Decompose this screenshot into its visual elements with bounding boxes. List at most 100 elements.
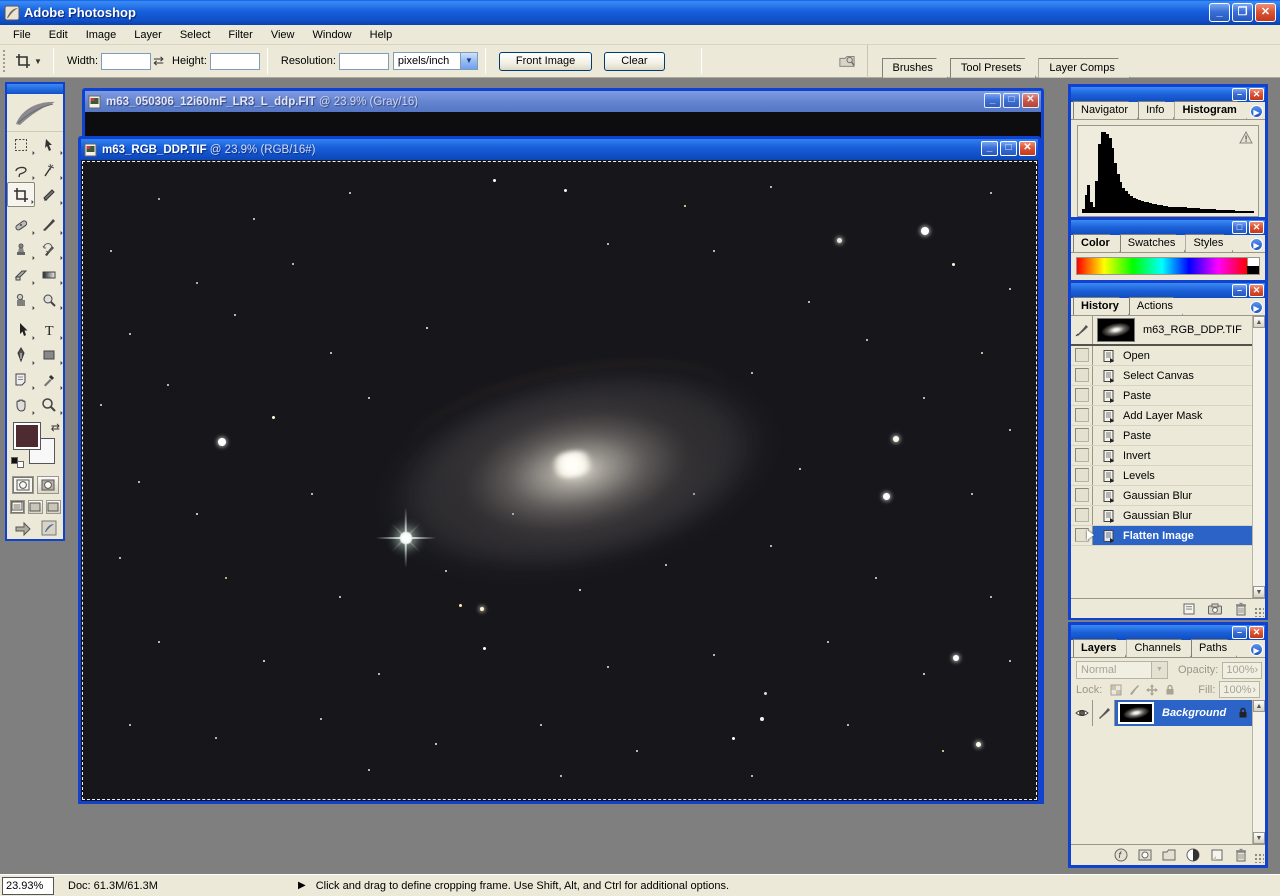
layers-scrollbar[interactable]: ▼ xyxy=(1252,726,1265,844)
new-group-folder-icon[interactable] xyxy=(1161,847,1177,863)
brush-tool-button[interactable] xyxy=(35,212,63,237)
foreground-color-swatch[interactable] xyxy=(13,422,41,450)
menu-file[interactable]: File xyxy=(4,27,40,43)
zoom-tool-button[interactable] xyxy=(35,392,63,417)
well-tab-tool-presets[interactable]: Tool Presets xyxy=(950,58,1037,78)
menu-image[interactable]: Image xyxy=(77,27,126,43)
dodge-tool-button[interactable] xyxy=(35,287,63,312)
menu-view[interactable]: View xyxy=(262,27,304,43)
history-state-add-layer-mask[interactable]: Add Layer Mask xyxy=(1071,406,1265,426)
well-tab-layer-comps[interactable]: Layer Comps xyxy=(1038,58,1129,78)
history-state-gaussian-blur[interactable]: Gaussian Blur xyxy=(1071,486,1265,506)
layer-visibility-cell[interactable] xyxy=(1071,700,1093,726)
history-state-levels[interactable]: Levels xyxy=(1071,466,1265,486)
menu-help[interactable]: Help xyxy=(361,27,402,43)
menu-window[interactable]: Window xyxy=(304,27,361,43)
fill-value-box[interactable]: 100% › xyxy=(1219,681,1260,698)
palette-minimize-button[interactable]: – xyxy=(1232,88,1247,101)
scroll-down-icon[interactable]: ▼ xyxy=(1253,832,1265,844)
palette-menu-button[interactable]: ▶ xyxy=(1250,105,1263,118)
history-state-flatten-image[interactable]: Flatten Image xyxy=(1071,526,1265,546)
fullscreen-mode-button[interactable] xyxy=(45,500,61,514)
blend-mode-select[interactable]: Normal ▼ xyxy=(1076,661,1168,679)
standard-screen-mode-button[interactable] xyxy=(9,500,25,514)
delete-layer-trash-icon[interactable] xyxy=(1233,847,1249,863)
window-minimize-button[interactable]: _ xyxy=(1209,3,1230,22)
tab-layers[interactable]: Layers xyxy=(1073,639,1126,657)
layer-style-icon[interactable]: f xyxy=(1113,847,1129,863)
document-window-rgb[interactable]: m63_RGB_DDP.TIF @ 23.9% (RGB/16#) _ □ ✕ xyxy=(78,136,1041,804)
history-brush-well[interactable] xyxy=(1071,426,1093,445)
tab-histogram[interactable]: Histogram xyxy=(1174,101,1246,119)
doc-close-button[interactable]: ✕ xyxy=(1022,93,1039,108)
palette-title-bar[interactable]: □ ✕ xyxy=(1071,220,1265,235)
height-input[interactable] xyxy=(209,52,260,70)
black-swatch[interactable] xyxy=(1247,266,1259,274)
path-selection-tool-button[interactable] xyxy=(7,317,35,342)
palette-maximize-button[interactable]: □ xyxy=(1232,221,1247,234)
delete-state-trash-icon[interactable] xyxy=(1233,601,1249,617)
history-brush-well[interactable] xyxy=(1071,506,1093,525)
front-image-button[interactable]: Front Image xyxy=(498,51,593,71)
lock-transparency-icon[interactable] xyxy=(1110,684,1122,696)
menu-select[interactable]: Select xyxy=(171,27,220,43)
standard-mode-button[interactable] xyxy=(11,476,34,494)
resolution-input[interactable] xyxy=(338,52,389,70)
palette-title-bar[interactable]: – ✕ xyxy=(1071,87,1265,102)
file-browser-toggle-icon[interactable] xyxy=(838,53,855,69)
history-state-open[interactable]: Open xyxy=(1071,346,1265,366)
history-state-gaussian-blur[interactable]: Gaussian Blur xyxy=(1071,506,1265,526)
crop-tool-button[interactable] xyxy=(7,182,35,207)
history-state-paste[interactable]: Paste xyxy=(1071,426,1265,446)
adjustment-layer-icon[interactable] xyxy=(1185,847,1201,863)
palette-resize-grip[interactable] xyxy=(1254,607,1264,617)
type-tool-button[interactable]: T xyxy=(35,317,63,342)
palette-resize-grip[interactable] xyxy=(1254,853,1264,863)
swap-colors-icon[interactable]: ⇄ xyxy=(51,421,60,434)
palette-menu-button[interactable]: ▶ xyxy=(1250,238,1263,251)
move-tool-button[interactable] xyxy=(35,132,63,157)
new-document-from-state-icon[interactable] xyxy=(1181,601,1197,617)
slice-tool-button[interactable] xyxy=(35,182,63,207)
notes-tool-button[interactable] xyxy=(7,367,35,392)
active-layer-brush-cell[interactable] xyxy=(1093,700,1115,726)
resolution-unit-select[interactable]: pixels/inch ▼ xyxy=(392,52,478,70)
menu-layer[interactable]: Layer xyxy=(125,27,171,43)
palette-close-button[interactable]: ✕ xyxy=(1249,221,1264,234)
magic-wand-tool-button[interactable] xyxy=(35,157,63,182)
history-brush-well[interactable] xyxy=(1071,366,1093,385)
window-restore-button[interactable]: ❐ xyxy=(1232,3,1253,22)
add-layer-mask-icon[interactable] xyxy=(1137,847,1153,863)
pen-tool-button[interactable] xyxy=(7,342,35,367)
shape-tool-button[interactable] xyxy=(35,342,63,367)
doc-maximize-button[interactable]: □ xyxy=(1003,93,1020,108)
history-snapshot-row[interactable]: m63_RGB_DDP.TIF ▲ xyxy=(1071,316,1265,346)
history-brush-well[interactable] xyxy=(1071,406,1093,425)
palette-title-bar[interactable]: – ✕ xyxy=(1071,625,1265,640)
tab-paths[interactable]: Paths xyxy=(1191,639,1237,657)
doc-minimize-button[interactable]: _ xyxy=(984,93,1001,108)
history-brush-well[interactable] xyxy=(1071,346,1093,365)
tab-styles[interactable]: Styles xyxy=(1185,234,1233,252)
history-brush-source-well[interactable] xyxy=(1071,316,1093,344)
zoom-level-input[interactable] xyxy=(2,876,54,895)
tab-info[interactable]: Info xyxy=(1138,101,1174,119)
tab-history[interactable]: History xyxy=(1073,297,1129,315)
palette-minimize-button[interactable]: – xyxy=(1232,626,1247,639)
tab-channels[interactable]: Channels xyxy=(1126,639,1190,657)
quick-mask-mode-button[interactable] xyxy=(36,476,59,494)
tab-actions[interactable]: Actions xyxy=(1129,297,1183,315)
eraser-tool-button[interactable] xyxy=(7,262,35,287)
white-swatch[interactable] xyxy=(1247,258,1259,266)
document-title-bar-active[interactable]: m63_RGB_DDP.TIF @ 23.9% (RGB/16#) _ □ ✕ xyxy=(81,139,1038,160)
status-arrow-icon[interactable]: ▶ xyxy=(298,880,306,891)
options-bar-grip[interactable] xyxy=(2,49,7,73)
palette-menu-button[interactable]: ▶ xyxy=(1250,643,1263,656)
lasso-tool-button[interactable] xyxy=(7,157,35,182)
scrollbar[interactable]: ▲ xyxy=(1252,700,1265,726)
history-brush-well[interactable] xyxy=(1071,386,1093,405)
eyedropper-tool-button[interactable] xyxy=(35,367,63,392)
scroll-up-icon[interactable]: ▲ xyxy=(1253,316,1265,328)
gradient-tool-button[interactable] xyxy=(35,262,63,287)
opacity-value-box[interactable]: 100% › xyxy=(1222,661,1263,679)
